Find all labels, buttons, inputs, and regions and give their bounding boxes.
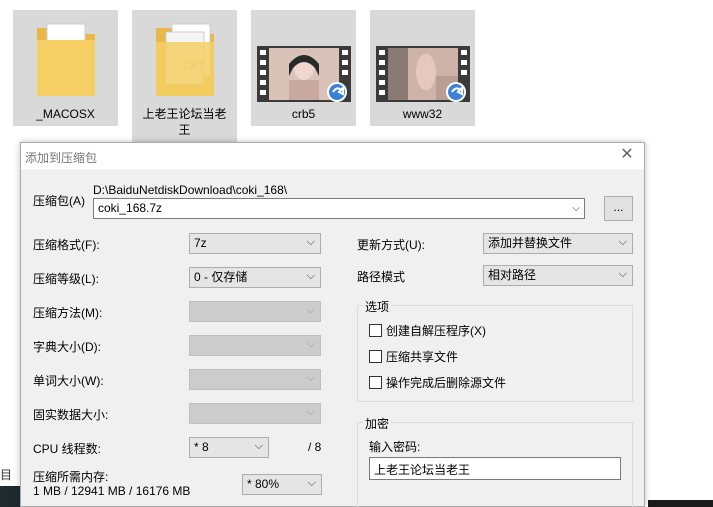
update-mode-label: 更新方式(U): [357,238,425,252]
chevron-down-icon: ⌵ [306,236,315,248]
solid-block-label: 固实数据大小: [33,408,109,422]
chevron-down-icon: ⌵ [306,304,315,316]
chevron-down-icon: ⌵ [618,236,627,248]
format-select[interactable]: 7z ⌵ [189,233,321,254]
file-label: _MACOSX [36,107,95,121]
dialog-title: 添加到压缩包 [25,151,98,165]
file-item-text-folder[interactable]: TXT 上老王论坛当老 王 [132,10,237,142]
method-select: ⌵ [189,301,321,322]
file-item-crb5[interactable]: crb5 [251,10,356,126]
method-label: 压缩方法(M): [33,306,103,320]
dictionary-label: 字典大小(D): [33,340,101,354]
file-item-macosx[interactable]: _MACOSX [13,10,118,126]
chevron-down-icon: ⌵ [618,268,627,280]
memory-label: 压缩所需内存: [33,470,109,484]
close-icon[interactable]: ✕ [618,146,636,164]
file-label: crb5 [291,107,316,121]
path-mode-select[interactable]: 相对路径 ⌵ [483,265,633,286]
options-group-title: 选项 [363,298,392,315]
create-sfx-checkbox[interactable]: 创建自解压程序(X) [369,322,486,339]
browse-button[interactable]: ... [604,196,633,221]
background-strip [648,500,713,507]
file-label: 上老王论坛当老 王 [142,107,227,137]
dialog-titlebar[interactable]: 添加到压缩包 ✕ [21,143,644,169]
archive-name-input[interactable]: coki_168.7z ⌵ [93,198,585,219]
format-label: 压缩格式(F): [33,238,100,252]
archive-path: D:\BaiduNetdiskDownload\coki_168\ [93,183,288,197]
folder-icon: TXT [156,23,214,96]
add-to-archive-dialog: 添加到压缩包 ✕ 压缩包(A) D:\BaiduNetdiskDownload\… [20,142,645,507]
password-label: 输入密码: [369,440,421,454]
update-mode-select[interactable]: 添加并替换文件 ⌵ [483,233,633,254]
path-mode-label: 路径模式 [357,270,406,284]
dictionary-select: ⌵ [189,335,321,356]
threads-select[interactable]: * 8 ⌵ [189,437,269,458]
checkbox-icon[interactable] [369,376,382,389]
chevron-down-icon: ⌵ [307,477,316,489]
encryption-group-title: 加密 [363,415,392,432]
password-input[interactable]: 上老王论坛当老王 [369,457,621,480]
video-thumbnail-icon [257,46,351,102]
compress-shared-checkbox[interactable]: 压缩共享文件 [369,348,458,365]
dialog-body: 压缩包(A) D:\BaiduNetdiskDownload\coki_168\… [21,169,644,507]
folder-icon [37,23,95,96]
chevron-down-icon: ⌵ [306,406,315,418]
memory-stats: 1 MB / 12941 MB / 16176 MB [33,484,191,498]
background-strip [0,486,20,507]
chevron-down-icon: ⌵ [254,440,263,452]
file-label: www32 [402,107,443,121]
file-item-www32[interactable]: www32 [370,10,475,126]
chevron-down-icon[interactable]: ⌵ [572,201,580,216]
chevron-down-icon: ⌵ [306,270,315,282]
level-label: 压缩等级(L): [33,272,100,286]
word-size-label: 单词大小(W): [33,374,104,388]
level-select[interactable]: 0 - 仅存储 ⌵ [189,267,321,288]
left-edge-text: 目 [0,468,13,482]
checkbox-icon[interactable] [369,324,382,337]
memory-select[interactable]: * 80% ⌵ [242,474,322,495]
chevron-down-icon: ⌵ [306,372,315,384]
word-size-select: ⌵ [189,369,321,390]
archive-label: 压缩包(A) [33,194,85,208]
chevron-down-icon: ⌵ [306,338,315,350]
delete-after-checkbox[interactable]: 操作完成后删除源文件 [369,374,506,391]
solid-block-select: ⌵ [189,403,321,424]
checkbox-icon[interactable] [369,350,382,363]
threads-max: / 8 [308,440,322,454]
video-thumbnail-icon [376,46,470,102]
threads-label: CPU 线程数: [33,442,102,456]
